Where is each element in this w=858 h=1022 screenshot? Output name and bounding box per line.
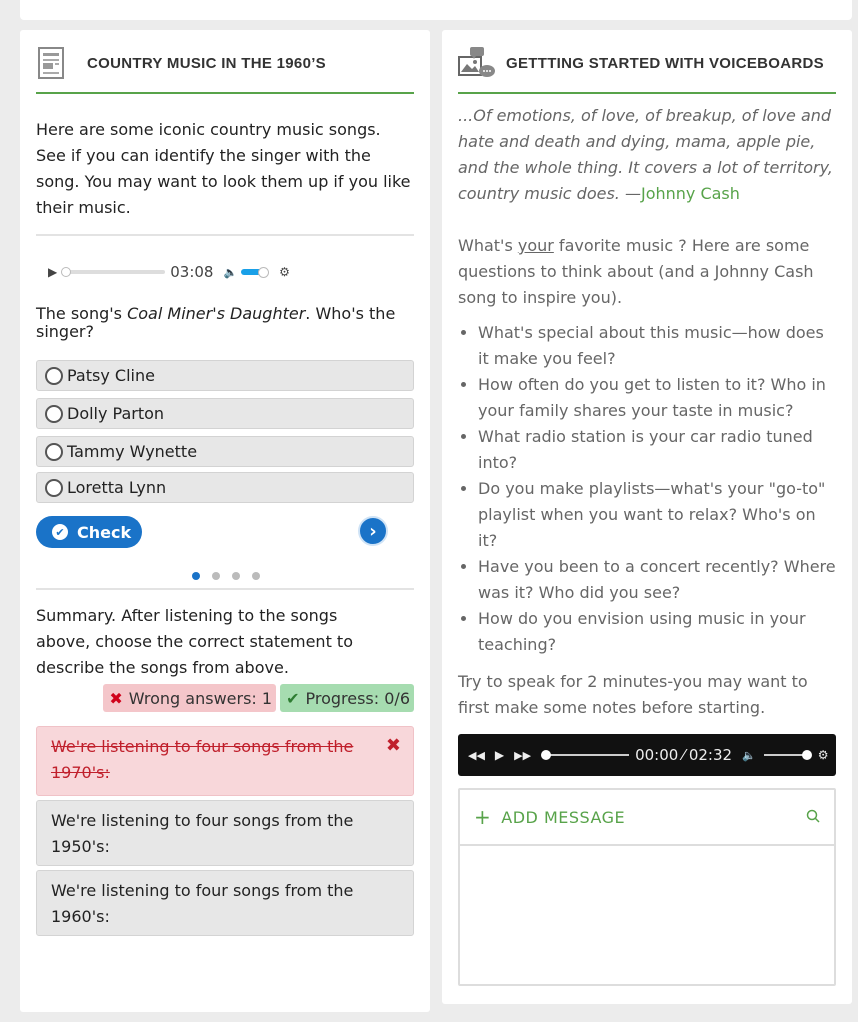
option-label: Patsy Cline <box>67 366 155 385</box>
message-box: + ADD MESSAGE <box>458 788 836 986</box>
radio-icon[interactable] <box>45 404 63 423</box>
voice-audio-player: ◀◀ ▶ ▶▶ 00:00 ⁄ 02:32 🔈 ⚙ <box>458 734 836 776</box>
option-dolly-parton[interactable]: Dolly Parton <box>36 398 414 429</box>
country-music-panel: COUNTRY MUSIC IN THE 1960’S Here are som… <box>20 30 430 1012</box>
top-bar <box>20 0 852 20</box>
option-patsy-cline[interactable]: Patsy Cline <box>36 360 414 391</box>
list-item: Do you make playlists—what's your "go-to… <box>478 476 838 554</box>
divider <box>36 588 414 590</box>
panel-title: GETTTING STARTED WITH VOICEBOARDS <box>506 55 824 72</box>
volume-icon[interactable]: 🔈 <box>742 749 756 762</box>
option-loretta-lynn[interactable]: Loretta Lynn <box>36 472 414 503</box>
question-list: What's special about this music—how does… <box>458 320 838 658</box>
volume-icon[interactable]: 🔈 <box>223 266 237 279</box>
times-icon: ✖ <box>385 735 401 756</box>
statement-text: We're listening to four songs from the 1… <box>51 811 354 856</box>
panel-header: COUNTRY MUSIC IN THE 1960’S <box>36 45 414 94</box>
play-icon[interactable]: ▶ <box>495 748 504 762</box>
voiceboard-panel: GETTTING STARTED WITH VOICEBOARDS ...Of … <box>442 30 852 1004</box>
list-item: How do you envision using music in your … <box>478 606 838 658</box>
question-prefix: The song's <box>36 304 128 323</box>
slide-dot-1[interactable] <box>192 572 200 580</box>
panel-header: GETTTING STARTED WITH VOICEBOARDS <box>458 45 836 94</box>
radio-icon[interactable] <box>45 366 63 385</box>
audio-time: 03:08 <box>170 263 214 281</box>
play-icon[interactable]: ▶ <box>48 265 57 279</box>
slide-dot-4[interactable] <box>252 572 260 580</box>
option-label: Loretta Lynn <box>67 478 167 497</box>
option-tammy-wynette[interactable]: Tammy Wynette <box>36 436 414 467</box>
fast-forward-icon[interactable]: ▶▶ <box>514 749 531 762</box>
prompt-part: What's <box>458 236 518 255</box>
radio-icon[interactable] <box>45 478 63 497</box>
statement-text: We're listening to four songs from the 1… <box>51 881 354 926</box>
score-badges: ✖ Wrong answers: 1 ✔ Progress: 0/6 <box>103 684 414 712</box>
volume-slider[interactable] <box>241 267 270 278</box>
settings-gear-icon[interactable]: ⚙ <box>279 265 290 279</box>
progress-text: Progress: 0/6 <box>305 688 410 708</box>
statement-wrong[interactable]: We're listening to four songs from the 1… <box>36 726 414 796</box>
seek-slider[interactable] <box>61 267 166 277</box>
question-text: The song's Coal Miner's Daughter. Who's … <box>36 305 414 341</box>
volume-slider[interactable] <box>763 750 812 760</box>
plus-icon[interactable]: + <box>474 805 491 829</box>
prompt-text: What's your favorite music ? Here are so… <box>458 233 838 311</box>
time-separator: ⁄ <box>682 746 685 764</box>
quote-author-link[interactable]: Johnny Cash <box>641 184 740 203</box>
option-label: Dolly Parton <box>67 404 165 423</box>
search-icon[interactable] <box>806 808 820 827</box>
add-message-bar: + ADD MESSAGE <box>460 790 834 846</box>
instruction-text: Try to speak for 2 minutes-you may want … <box>458 672 808 717</box>
quote: ...Of emotions, of love, of breakup, of … <box>458 103 838 207</box>
slide-dot-2[interactable] <box>212 572 220 580</box>
wrong-answers-text: Wrong answers: 1 <box>128 688 273 708</box>
document-icon <box>36 46 66 80</box>
option-label: Tammy Wynette <box>67 442 198 461</box>
radio-icon[interactable] <box>45 442 63 461</box>
list-item: How often do you get to listen to it? Wh… <box>478 372 838 424</box>
voiceboard-icon <box>458 46 496 80</box>
check-icon: ✔ <box>286 688 300 708</box>
add-message-button[interactable]: ADD MESSAGE <box>501 808 625 827</box>
panel-title: COUNTRY MUSIC IN THE 1960’S <box>87 55 326 72</box>
progress-badge: ✔ Progress: 0/6 <box>280 684 414 712</box>
check-label: Check <box>77 522 132 542</box>
list-item: What's special about this music—how does… <box>478 320 838 372</box>
list-item: Have you been to a concert recently? Whe… <box>478 554 838 606</box>
slide-dots <box>192 572 260 580</box>
settings-gear-icon[interactable]: ⚙ <box>818 748 829 762</box>
check-circle-icon: ✔ <box>52 524 68 540</box>
audio-player: ▶ 03:08 🔈 ⚙ <box>48 260 290 284</box>
next-arrow-icon[interactable]: › <box>358 516 388 546</box>
current-time: 00:00 <box>635 746 679 764</box>
wrong-answers-badge: ✖ Wrong answers: 1 <box>103 684 277 712</box>
prompt-underlined: your <box>517 236 554 255</box>
summary-text: Summary. After listening to the songs ab… <box>36 603 381 681</box>
statement-option[interactable]: We're listening to four songs from the 1… <box>36 870 414 936</box>
song-title: Coal Miner's Daughter <box>127 304 306 323</box>
seek-slider[interactable] <box>541 750 630 760</box>
statement-text: We're listening to four songs from the 1… <box>51 737 354 782</box>
rewind-icon[interactable]: ◀◀ <box>468 749 485 762</box>
intro-text: Here are some iconic country music songs… <box>36 120 411 217</box>
answer-options: Patsy Cline Dolly Parton Tammy Wynette L… <box>36 360 414 510</box>
list-item: What radio station is your car radio tun… <box>478 424 838 476</box>
total-time: 02:32 <box>688 746 733 764</box>
statement-option[interactable]: We're listening to four songs from the 1… <box>36 800 414 866</box>
check-button[interactable]: ✔ Check <box>36 516 142 548</box>
slide-dot-3[interactable] <box>232 572 240 580</box>
times-icon: ✖ <box>109 688 123 708</box>
summary-label: Summary <box>36 606 112 625</box>
divider <box>36 234 414 236</box>
